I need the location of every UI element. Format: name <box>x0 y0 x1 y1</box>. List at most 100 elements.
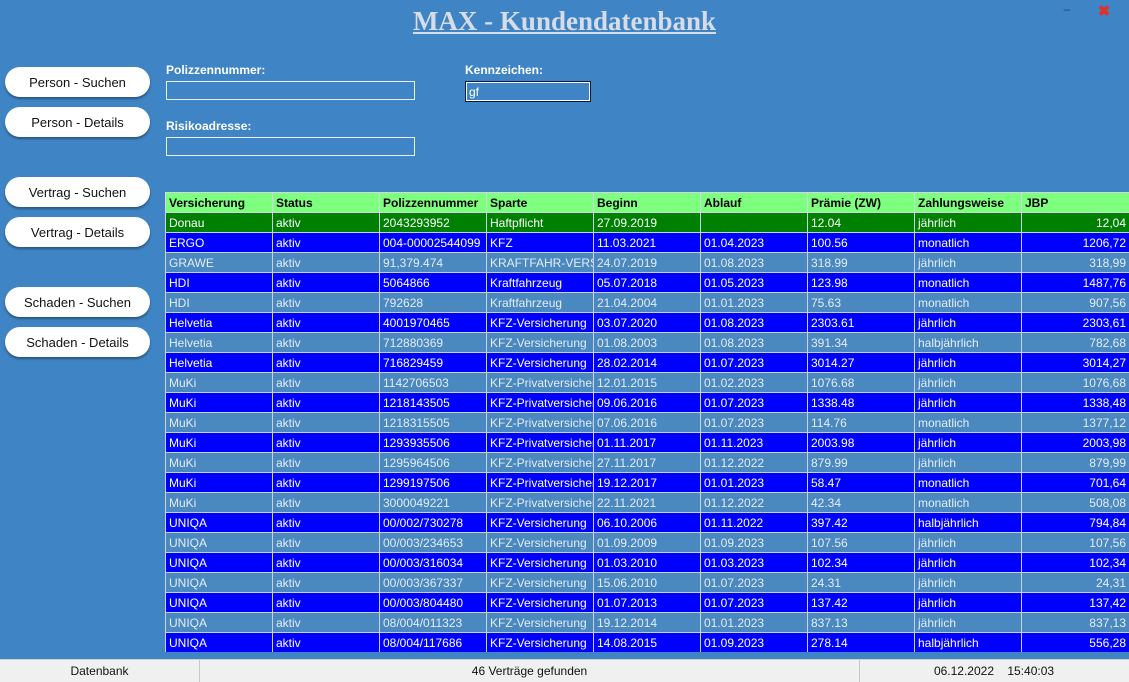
table-cell: 01.11.2022 <box>701 513 808 533</box>
table-cell: 01.11.2017 <box>594 433 701 453</box>
table-cell: 397.42 <box>808 513 915 533</box>
table-cell: Kraftfahrzeug <box>487 293 594 313</box>
table-cell: aktiv <box>273 613 380 633</box>
table-cell: 91,379.474 <box>380 253 487 273</box>
plate-label: Kennzeichen: <box>465 63 543 77</box>
table-row[interactable]: GRAWEaktiv91,379.474KRAFTFAHR-VERSICHERU… <box>166 253 1129 273</box>
contracts-grid[interactable]: VersicherungStatusPolizzennummerSparteBe… <box>165 192 1129 652</box>
claim-details-button[interactable]: Schaden - Details <box>5 327 150 357</box>
table-cell: aktiv <box>273 533 380 553</box>
table-row[interactable]: MuKiaktiv1142706503KFZ-Privatversicherun… <box>166 373 1129 393</box>
table-cell: 01.07.2023 <box>701 593 808 613</box>
table-cell: 123.98 <box>808 273 915 293</box>
table-cell: Helvetia <box>166 353 273 373</box>
contracts-table: VersicherungStatusPolizzennummerSparteBe… <box>165 192 1129 652</box>
contract-search-button[interactable]: Vertrag - Suchen <box>5 177 150 207</box>
column-header[interactable]: Sparte <box>487 193 594 213</box>
table-cell: 4001970465 <box>380 313 487 333</box>
column-header[interactable]: Versicherung <box>166 193 273 213</box>
table-cell: 114.76 <box>808 413 915 433</box>
risk-address-input[interactable] <box>166 137 415 156</box>
policy-number-input[interactable] <box>166 81 415 100</box>
person-search-button[interactable]: Person - Suchen <box>5 67 150 97</box>
table-row[interactable]: Helvetiaaktiv4001970465KFZ-Versicherung0… <box>166 313 1129 333</box>
column-header[interactable]: Status <box>273 193 380 213</box>
table-cell: aktiv <box>273 633 380 653</box>
table-cell: 278.14 <box>808 633 915 653</box>
table-cell: UNIQA <box>166 533 273 553</box>
table-cell: aktiv <box>273 573 380 593</box>
table-cell: 01.01.2023 <box>701 293 808 313</box>
table-row[interactable]: HDIaktiv792628Kraftfahrzeug21.04.200401.… <box>166 293 1129 313</box>
table-cell: 1218315505 <box>380 413 487 433</box>
table-cell: monatlich <box>915 493 1022 513</box>
table-cell: 1338,48 <box>1022 393 1129 413</box>
table-row[interactable]: UNIQAaktiv00/003/367337KFZ-Versicherung1… <box>166 573 1129 593</box>
table-cell: 2003,98 <box>1022 433 1129 453</box>
close-icon[interactable]: ✖ <box>1096 2 1112 18</box>
column-header[interactable]: Ablauf <box>701 193 808 213</box>
table-cell: 01.08.2023 <box>701 253 808 273</box>
table-cell: HDI <box>166 273 273 293</box>
table-cell: 1338.48 <box>808 393 915 413</box>
table-cell: 12.01.2015 <box>594 373 701 393</box>
table-cell: 102.34 <box>808 553 915 573</box>
table-cell: 19.12.2017 <box>594 473 701 493</box>
table-row[interactable]: ERGOaktiv004-00002544099KFZ11.03.202101.… <box>166 233 1129 253</box>
table-cell: 879.99 <box>808 453 915 473</box>
claim-search-button[interactable]: Schaden - Suchen <box>5 287 150 317</box>
table-cell: 01.08.2023 <box>701 313 808 333</box>
contract-details-button[interactable]: Vertrag - Details <box>5 217 150 247</box>
table-row[interactable]: UNIQAaktiv00/003/316034KFZ-Versicherung0… <box>166 553 1129 573</box>
table-cell: 1076.68 <box>808 373 915 393</box>
table-cell: KFZ-Versicherung <box>487 633 594 653</box>
table-row[interactable]: UNIQAaktiv08/004/117686KFZ-Versicherung1… <box>166 633 1129 653</box>
table-row[interactable]: MuKiaktiv1218315505KFZ-Privatversicherun… <box>166 413 1129 433</box>
table-cell: Helvetia <box>166 313 273 333</box>
column-header[interactable]: Zahlungsweise <box>915 193 1022 213</box>
table-row[interactable]: Helvetiaaktiv716829459KFZ-Versicherung28… <box>166 353 1129 373</box>
table-row[interactable]: UNIQAaktiv00/002/730278KFZ-Versicherung0… <box>166 513 1129 533</box>
person-details-button[interactable]: Person - Details <box>5 107 150 137</box>
table-cell: KFZ-Privatversicherung <box>487 453 594 473</box>
table-cell: jährlich <box>915 593 1022 613</box>
table-cell: MuKi <box>166 413 273 433</box>
table-cell: KFZ-Versicherung <box>487 313 594 333</box>
minimize-icon[interactable]: – <box>1060 2 1074 16</box>
table-cell: 3014,27 <box>1022 353 1129 373</box>
column-header[interactable]: Prämie (ZW) <box>808 193 915 213</box>
table-cell: 11.03.2021 <box>594 233 701 253</box>
table-row[interactable]: UNIQAaktiv00/003/234653KFZ-Versicherung0… <box>166 533 1129 553</box>
table-cell: monatlich <box>915 233 1022 253</box>
table-cell: MuKi <box>166 393 273 413</box>
table-cell: monatlich <box>915 293 1022 313</box>
column-header[interactable]: Polizzennummer <box>380 193 487 213</box>
table-cell: 107.56 <box>808 533 915 553</box>
table-row[interactable]: UNIQAaktiv00/003/804480KFZ-Versicherung0… <box>166 593 1129 613</box>
table-cell: 712880369 <box>380 333 487 353</box>
table-cell: 06.10.2006 <box>594 513 701 533</box>
plate-input[interactable] <box>465 81 591 102</box>
table-row[interactable]: Helvetiaaktiv712880369KFZ-Versicherung01… <box>166 333 1129 353</box>
table-row[interactable]: MuKiaktiv1218143505KFZ-Privatversicherun… <box>166 393 1129 413</box>
table-cell: jährlich <box>915 553 1022 573</box>
table-cell: 837,13 <box>1022 613 1129 633</box>
table-row[interactable]: MuKiaktiv1295964506KFZ-Privatversicherun… <box>166 453 1129 473</box>
table-cell: UNIQA <box>166 573 273 593</box>
table-row[interactable]: Donauaktiv2043293952Haftpflicht27.09.201… <box>166 213 1129 233</box>
table-row[interactable]: MuKiaktiv1293935506KFZ-Privatversicherun… <box>166 433 1129 453</box>
table-cell: 08/004/011323 <box>380 613 487 633</box>
column-header[interactable]: JBP <box>1022 193 1129 213</box>
table-cell: KFZ-Privatversicherung <box>487 473 594 493</box>
table-cell: aktiv <box>273 333 380 353</box>
table-row[interactable]: MuKiaktiv3000049221KFZ-Privatversicherun… <box>166 493 1129 513</box>
status-datetime: 06.12.2022 15:40:03 <box>860 660 1128 682</box>
table-cell: jährlich <box>915 253 1022 273</box>
table-cell: 01.07.2023 <box>701 393 808 413</box>
table-row[interactable]: MuKiaktiv1299197506KFZ-Privatversicherun… <box>166 473 1129 493</box>
column-header[interactable]: Beginn <box>594 193 701 213</box>
table-cell: KFZ-Versicherung <box>487 513 594 533</box>
table-cell: 2303.61 <box>808 313 915 333</box>
table-row[interactable]: UNIQAaktiv08/004/011323KFZ-Versicherung1… <box>166 613 1129 633</box>
table-row[interactable]: HDIaktiv5064866Kraftfahrzeug05.07.201801… <box>166 273 1129 293</box>
